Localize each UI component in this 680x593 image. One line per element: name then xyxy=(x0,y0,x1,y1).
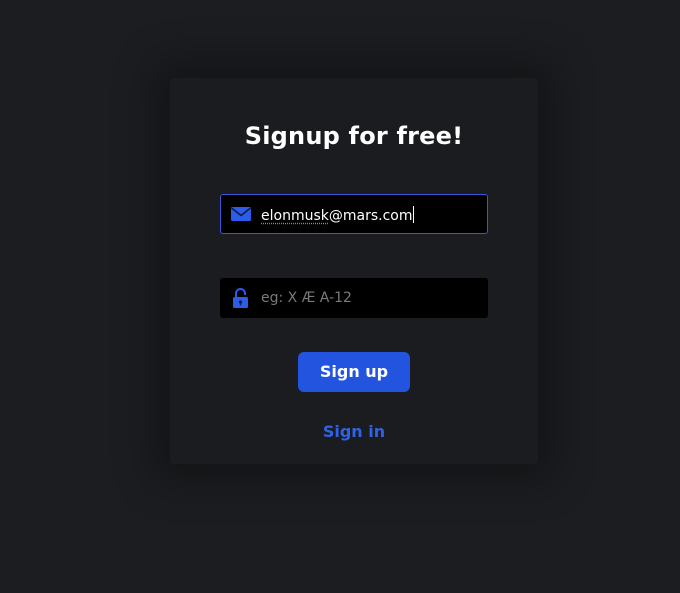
email-domain: @mars.com xyxy=(328,208,413,224)
signup-card: Signup for free! elonmusk@mars.com eg: X… xyxy=(170,78,538,464)
email-field[interactable]: elonmusk@mars.com xyxy=(220,194,488,234)
password-field[interactable]: eg: X Æ A-12 xyxy=(220,278,488,318)
email-value: elonmusk@mars.com xyxy=(261,206,415,224)
padlock-icon xyxy=(233,288,248,308)
password-placeholder: eg: X Æ A-12 xyxy=(261,290,352,306)
email-username: elonmusk xyxy=(261,208,329,224)
envelope-icon xyxy=(231,207,251,221)
page-title: Signup for free! xyxy=(244,122,464,150)
signup-button[interactable]: Sign up xyxy=(298,352,410,392)
text-caret xyxy=(413,206,415,223)
signin-link[interactable]: Sign in xyxy=(170,422,538,441)
